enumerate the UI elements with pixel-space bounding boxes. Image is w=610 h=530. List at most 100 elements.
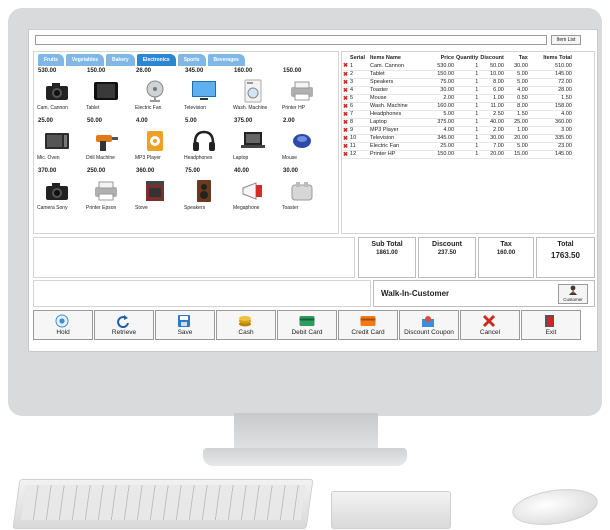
cancel-button[interactable]: Cancel: [460, 310, 520, 340]
table-cell: 30.00: [429, 86, 456, 95]
remove-item-icon[interactable]: ✖: [343, 120, 348, 126]
table-row[interactable]: ✖ 9 MP3 Player 4.00 1 2.00 1.00 3.00: [342, 126, 573, 135]
product-tile[interactable]: 25.00 Mic. Oven: [37, 117, 84, 166]
table-cell: Television: [369, 134, 430, 143]
tab-bakery[interactable]: Bakery: [106, 54, 135, 66]
stove-icon: [142, 179, 168, 203]
product-tile[interactable]: 4.00 MP3 Player: [135, 117, 182, 166]
remove-item-icon[interactable]: ✖: [343, 144, 348, 150]
remove-item-icon[interactable]: ✖: [343, 80, 348, 86]
remove-item-icon[interactable]: ✖: [343, 88, 348, 94]
table-cell: 1.00: [479, 94, 505, 103]
table-row[interactable]: ✖ 11 Electric Fan 25.00 1 7.00 5.00 23.00: [342, 142, 573, 151]
save-button[interactable]: Save: [155, 310, 215, 340]
remove-item-icon[interactable]: ✖: [343, 128, 348, 134]
customer-icon: [569, 285, 577, 295]
note-panel: [33, 237, 355, 278]
remove-item-icon[interactable]: ✖: [343, 63, 348, 69]
item-list-button[interactable]: Item List: [551, 35, 581, 45]
product-name: Electric Fan: [135, 105, 162, 111]
table-cell: Electric Fan: [369, 142, 430, 151]
hold-button[interactable]: Hold: [33, 310, 93, 340]
table-cell: MP3 Player: [369, 126, 430, 135]
credit-card-button[interactable]: Credit Card: [338, 310, 398, 340]
tax-box: Tax 160.00: [478, 237, 534, 278]
product-tile[interactable]: 50.00 Drill Machine: [86, 117, 133, 166]
product-tile[interactable]: 150.00 Tablet: [86, 67, 133, 116]
discount-coupon-button[interactable]: Discount Coupon: [399, 310, 459, 340]
tab-fruits[interactable]: Fruits: [38, 54, 64, 66]
product-tile[interactable]: 530.00 Cam. Cannon: [37, 67, 84, 116]
remove-item-icon[interactable]: ✖: [343, 104, 348, 110]
column-header: Quantity: [456, 55, 479, 61]
remove-item-icon[interactable]: ✖: [343, 96, 348, 102]
product-tile[interactable]: 26.00 Electric Fan: [135, 67, 182, 116]
tab-electronics[interactable]: Electronics: [136, 54, 176, 66]
table-row[interactable]: ✖ 1 Cam. Cannon 530.00 1 50.00 30.00 510.00: [342, 62, 573, 71]
product-tile[interactable]: 2.00 Mouse: [282, 117, 329, 166]
product-name: Television: [184, 105, 206, 111]
product-tile[interactable]: 375.00 Laptop: [233, 117, 280, 166]
product-price: 345.00: [185, 68, 204, 74]
microwave-icon: [44, 129, 70, 153]
retrieve-button[interactable]: Retrieve: [94, 310, 154, 340]
table-row[interactable]: ✖ 8 Laptop 375.00 1 40.00 25.00 360.00: [342, 118, 573, 127]
product-tile[interactable]: 370.00 Camera Sony: [37, 167, 84, 216]
tab-vegetables[interactable]: Vegetables: [65, 54, 105, 66]
total-label: Total: [557, 241, 574, 248]
product-price: 5.00: [185, 118, 197, 124]
tab-beverages[interactable]: Beverages: [207, 54, 245, 66]
customer-name: Walk-In-Customer: [381, 289, 450, 298]
table-cell: 1: [455, 78, 480, 87]
table-row[interactable]: ✖ 2 Tablet 150.00 1 10.00 5.00 145.00: [342, 70, 573, 79]
customer-box: Walk-In-Customer Customer: [373, 280, 595, 307]
product-tile[interactable]: 360.00 Stove: [135, 167, 182, 216]
product-tile[interactable]: 40.00 Megaphone: [233, 167, 280, 216]
remove-item-icon[interactable]: ✖: [343, 152, 348, 158]
table-cell: 5.00: [504, 142, 529, 151]
column-header: Items Total: [543, 55, 572, 61]
table-row[interactable]: ✖ 3 Speakers 75.00 1 8.00 5.00 72.00: [342, 78, 573, 87]
table-row[interactable]: ✖ 5 Mouse 2.00 1 1.00 0.50 1.50: [342, 94, 573, 103]
debit-card-button[interactable]: Debit Card: [277, 310, 337, 340]
table-row[interactable]: ✖ 4 Toaster 30.00 1 6.00 4.00 28.00: [342, 86, 573, 95]
table-row[interactable]: ✖ 7 Headphones 5.00 1 2.50 1.50 4.00: [342, 110, 573, 119]
headphones-icon: [191, 129, 217, 153]
product-tile[interactable]: 75.00 Speakers: [184, 167, 231, 216]
keyboard: [12, 479, 314, 529]
speaker-icon: [191, 179, 217, 203]
search-input[interactable]: [35, 35, 547, 45]
product-tile[interactable]: 160.00 Wash. Machine: [233, 67, 280, 116]
product-tile[interactable]: 5.00 Headphones: [184, 117, 231, 166]
table-row[interactable]: ✖ 10 Television 345.00 1 30.00 20.00 335.00: [342, 134, 573, 143]
product-grid: 530.00 Cam. Cannon 150.00 Tablet 26.00 Electr…: [37, 67, 329, 216]
exit-button[interactable]: Exit: [521, 310, 581, 340]
remove-item-icon[interactable]: ✖: [343, 72, 348, 78]
product-tile[interactable]: 250.00 Printer Epson: [86, 167, 133, 216]
table-row[interactable]: ✖ 6 Wash. Machine 160.00 1 11.00 8.00 158.00: [342, 102, 573, 111]
product-tile[interactable]: 150.00 Printer HP: [282, 67, 329, 116]
order-panel: Serial Items Name Price Quantity Discount Tax…: [341, 51, 595, 234]
tab-sports[interactable]: Sports: [177, 54, 206, 66]
table-cell: 1: [455, 102, 480, 111]
action-label: Save: [177, 329, 193, 336]
cash-button[interactable]: Cash: [216, 310, 276, 340]
product-tile[interactable]: 30.00 Toaster: [282, 167, 329, 216]
table-cell: 345.00: [429, 134, 456, 143]
table-row[interactable]: ✖ 12 Printer HP 150.00 1 20.00 15.00 145.00: [342, 150, 573, 159]
tablet-icon: [93, 79, 119, 103]
product-name: Camera Sony: [37, 205, 68, 211]
remove-item-icon[interactable]: ✖: [343, 112, 348, 118]
order-table: Serial Items Name Price Quantity Discount Tax…: [342, 54, 573, 159]
remove-item-icon[interactable]: ✖: [343, 136, 348, 142]
laptop-icon: [240, 129, 266, 153]
exit-icon: [543, 314, 559, 327]
action-label: Retrieve: [111, 329, 137, 336]
product-tile[interactable]: 345.00 Television: [184, 67, 231, 116]
product-panel: Fruits Vegetables Bakery Electronics Sports B…: [33, 51, 339, 234]
table-cell: 510.00: [528, 62, 573, 71]
table-cell: 7: [349, 110, 370, 119]
product-name: Laptop: [233, 155, 249, 161]
product-price: 150.00: [283, 68, 302, 74]
customer-button[interactable]: Customer: [558, 284, 588, 304]
